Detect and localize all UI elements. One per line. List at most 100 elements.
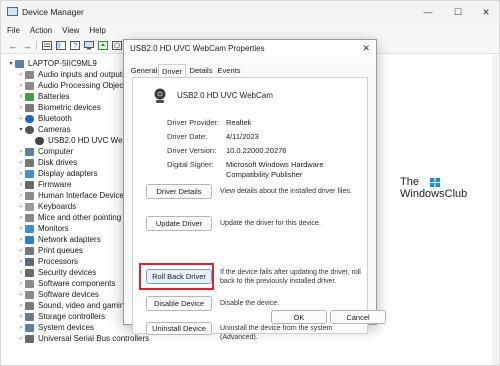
device-manager-icon — [7, 7, 18, 16]
biometric-icon — [25, 103, 34, 112]
chevron-right-icon[interactable]: › — [17, 336, 25, 342]
digital-signer-label: Digital Signer: — [167, 160, 214, 169]
chevron-right-icon[interactable]: › — [17, 83, 25, 89]
chevron-right-icon[interactable]: › — [17, 204, 25, 210]
tree-item[interactable]: › Keyboards — [17, 201, 76, 212]
menu-file[interactable]: File — [7, 26, 20, 35]
chevron-right-icon[interactable]: › — [17, 182, 25, 188]
tree-item[interactable]: › Human Interface Devices — [17, 190, 128, 201]
tree-item[interactable]: › Audio inputs and outputs — [17, 69, 126, 80]
disable-device-button[interactable]: Disable Device — [146, 296, 212, 311]
tree-item[interactable]: › Sound, video and gaming — [17, 300, 129, 311]
update-driver-icon[interactable] — [97, 40, 109, 51]
chevron-right-icon[interactable]: › — [17, 281, 25, 287]
tree-item[interactable]: › Computer — [17, 146, 73, 157]
tab-general[interactable]: General — [130, 64, 158, 77]
webcam-icon — [154, 88, 166, 103]
chevron-right-icon[interactable]: › — [17, 215, 25, 221]
tree-item[interactable]: › Mice and other pointing — [17, 212, 121, 223]
chevron-right-icon[interactable]: › — [17, 72, 25, 78]
maximize-button[interactable]: ☐ — [443, 1, 473, 23]
chevron-right-icon[interactable]: › — [17, 325, 25, 331]
display-adapter-icon — [25, 169, 34, 178]
close-icon[interactable]: ✕ — [362, 43, 370, 54]
tree-item[interactable]: › Disk drives — [17, 157, 77, 168]
chevron-right-icon[interactable]: › — [17, 237, 25, 243]
menu-action[interactable]: Action — [30, 26, 52, 35]
tree-item[interactable]: › Software devices — [17, 289, 99, 300]
roll-back-driver-button[interactable]: Roll Back Driver — [146, 269, 212, 284]
chevron-right-icon[interactable]: › — [17, 314, 25, 320]
chevron-right-icon[interactable]: › — [17, 171, 25, 177]
software-component-icon — [25, 279, 34, 288]
tree-item[interactable]: › Software components — [17, 278, 115, 289]
console-tree-icon[interactable] — [55, 40, 67, 51]
chevron-right-icon[interactable]: › — [17, 248, 25, 254]
driver-details-button[interactable]: Driver Details — [146, 184, 212, 199]
mouse-icon — [25, 213, 34, 222]
driver-version-label: Driver Version: — [167, 146, 217, 155]
driver-date-value: 4/11/2023 — [226, 132, 259, 141]
chevron-right-icon[interactable]: › — [17, 149, 25, 155]
usb-controller-icon — [25, 334, 34, 343]
tree-item[interactable]: › Batteries — [17, 91, 70, 102]
menu-help[interactable]: Help — [89, 26, 105, 35]
tree-item[interactable]: › Firmware — [17, 179, 71, 190]
tab-driver[interactable]: Driver — [158, 64, 186, 77]
sound-icon — [25, 301, 34, 310]
ok-button[interactable]: OK — [271, 310, 327, 324]
chevron-right-icon[interactable]: › — [17, 193, 25, 199]
disable-device-description: Disable the device. — [220, 300, 280, 307]
tree-root[interactable]: ▾ LAPTOP-5IIC9ML9 — [7, 58, 96, 69]
network-adapter-icon — [25, 235, 34, 244]
toolbar-divider — [36, 41, 37, 50]
roll-back-driver-description: If the device fails after updating the d… — [220, 269, 361, 285]
close-button[interactable]: ✕ — [471, 1, 500, 23]
tree-item[interactable]: › Monitors — [17, 223, 69, 234]
chevron-right-icon[interactable]: › — [17, 116, 25, 122]
disk-drive-icon — [25, 158, 34, 167]
menu-view[interactable]: View — [62, 26, 79, 35]
chevron-right-icon[interactable]: › — [17, 292, 25, 298]
monitor-icon — [25, 224, 34, 233]
firmware-icon — [25, 180, 34, 189]
tree-item[interactable]: › Network adapters — [17, 234, 101, 245]
tab-details[interactable]: Details — [188, 64, 214, 77]
chevron-right-icon[interactable]: › — [17, 303, 25, 309]
tree-item[interactable]: › Security devices — [17, 267, 96, 278]
tree-item[interactable]: › Processors — [17, 256, 78, 267]
scrollbar[interactable] — [492, 55, 498, 365]
chevron-right-icon[interactable]: › — [17, 259, 25, 265]
update-driver-button[interactable]: Update Driver — [146, 216, 212, 231]
chevron-down-icon[interactable]: ▾ — [7, 60, 15, 67]
tree-item[interactable]: › Storage controllers — [17, 311, 105, 322]
tree-item[interactable]: › Audio Processing Objects — [17, 80, 130, 91]
tab-events[interactable]: Events — [216, 64, 242, 77]
tree-item[interactable]: › Display adapters — [17, 168, 98, 179]
help-icon[interactable]: ? — [69, 40, 81, 51]
properties-icon[interactable] — [41, 40, 53, 51]
minimize-button[interactable]: — — [413, 1, 443, 23]
software-device-icon — [25, 290, 34, 299]
uninstall-device-button[interactable]: Uninstall Device — [146, 322, 212, 335]
scan-hardware-icon[interactable] — [83, 40, 95, 51]
forward-arrow-icon[interactable]: → — [21, 40, 33, 51]
camera-icon — [25, 125, 34, 134]
computer-icon — [25, 147, 34, 156]
disable-device-icon[interactable] — [111, 40, 123, 51]
tree-item[interactable]: › Bluetooth — [17, 113, 72, 124]
chevron-down-icon[interactable]: ▾ — [17, 126, 25, 133]
tree-item[interactable]: ▾ Cameras — [17, 124, 70, 135]
tree-item[interactable]: › System devices — [17, 322, 94, 333]
cancel-button[interactable]: Cancel — [330, 310, 386, 324]
chevron-right-icon[interactable]: › — [17, 105, 25, 111]
chevron-right-icon[interactable]: › — [17, 160, 25, 166]
tree-item[interactable]: › Biometric devices — [17, 102, 101, 113]
chevron-right-icon[interactable]: › — [17, 94, 25, 100]
tree-item[interactable]: › Print queues — [17, 245, 83, 256]
back-arrow-icon[interactable]: ← — [7, 40, 19, 51]
processor-icon — [25, 257, 34, 266]
chevron-right-icon[interactable]: › — [17, 270, 25, 276]
chevron-right-icon[interactable]: › — [17, 226, 25, 232]
tree-item[interactable]: › Universal Serial Bus controllers — [17, 333, 149, 344]
